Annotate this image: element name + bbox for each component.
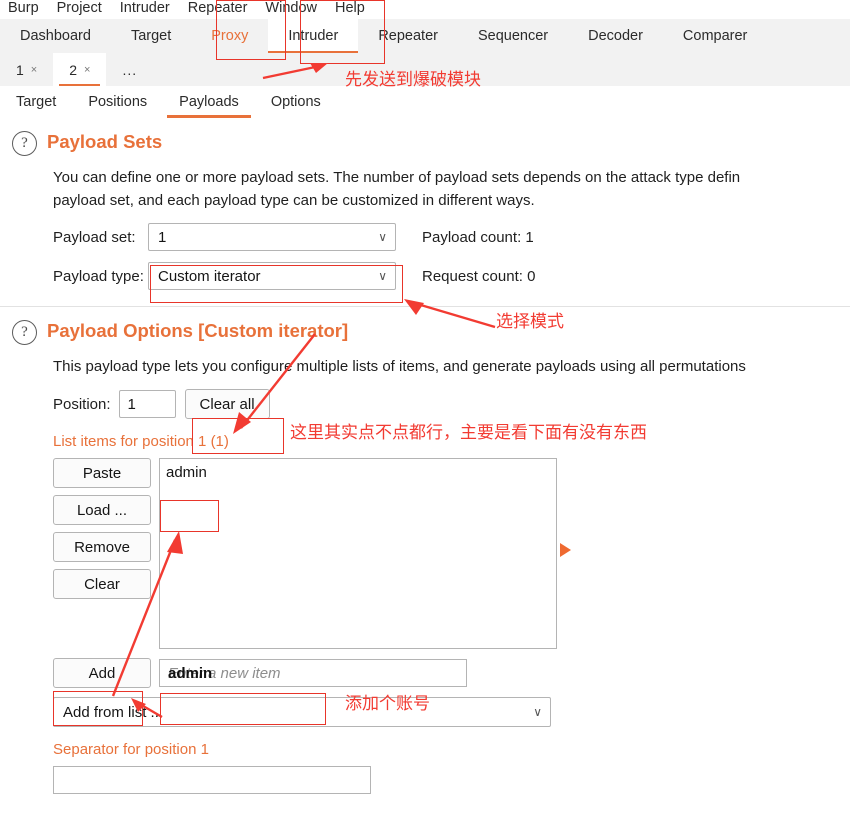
attack-tab-1[interactable]: 1 × — [0, 53, 53, 86]
tab-target[interactable]: Target — [111, 19, 191, 53]
remove-button[interactable]: Remove — [53, 532, 151, 562]
payload-options-title: Payload Options [Custom iterator] — [47, 320, 349, 341]
payload-set-value: 1 — [158, 228, 167, 246]
paste-button[interactable]: Paste — [53, 458, 151, 488]
add-from-list-label: Add from list ... — [63, 703, 164, 721]
tab-proxy[interactable]: Proxy — [191, 19, 268, 53]
clear-all-button[interactable]: Clear all — [184, 389, 270, 419]
add-button[interactable]: Add — [53, 658, 151, 688]
tab-dashboard[interactable]: Dashboard — [0, 19, 111, 53]
add-from-list-select[interactable]: Add from list ... ∨ — [53, 697, 551, 727]
position-label: Position: — [53, 395, 111, 413]
list-items-heading: List items for position 1 (1) — [53, 433, 229, 450]
payload-options-header: ? Payload Options [Custom iterator] — [0, 319, 850, 345]
subtab-target[interactable]: Target — [0, 86, 72, 118]
list-item[interactable]: admin — [163, 461, 556, 485]
list-items-area: Paste Load ... Remove Clear admin — [0, 458, 850, 649]
tab-sequencer[interactable]: Sequencer — [458, 19, 568, 53]
tab-intruder[interactable]: Intruder — [268, 19, 359, 54]
close-icon[interactable]: × — [84, 64, 90, 76]
request-count-label: Request count: 0 — [422, 267, 536, 285]
payload-set-row: Payload set: 1 ∨ Payload count: 1 — [0, 223, 850, 251]
payload-type-row: Payload type: Custom iterator ∨ Request … — [0, 262, 850, 290]
attack-tab-2-label: 2 — [69, 61, 78, 78]
menu-item-repeater[interactable]: Repeater — [179, 0, 257, 16]
add-item-input[interactable]: Enter a new item admin — [159, 659, 467, 687]
separator-heading: Separator for position 1 — [53, 741, 209, 758]
payload-set-label: Payload set: — [53, 228, 136, 246]
tab-repeater[interactable]: Repeater — [358, 19, 458, 53]
payload-sets-desc-line1: You can define one or more payload sets.… — [53, 169, 741, 186]
menu-bar: Burp Project Intruder Repeater Window He… — [0, 0, 850, 19]
attack-tab-overflow[interactable]: ... — [106, 53, 153, 86]
payload-list-box[interactable]: admin — [159, 458, 557, 649]
attack-tab-2[interactable]: 2 × — [53, 53, 107, 87]
list-side-buttons: Paste Load ... Remove Clear — [53, 458, 151, 649]
position-row: Position: 1 Clear all — [0, 389, 850, 419]
expand-right-triangle-icon[interactable] — [560, 543, 571, 557]
load-button[interactable]: Load ... — [53, 495, 151, 525]
payload-options-description: This payload type lets you configure mul… — [53, 358, 746, 375]
payload-sets-desc-line2: payload set, and each payload type can b… — [53, 192, 535, 209]
attack-tab-bar: 1 × 2 × ... — [0, 53, 850, 87]
payload-set-select[interactable]: 1 ∨ — [148, 223, 396, 251]
menu-item-intruder[interactable]: Intruder — [111, 0, 179, 16]
add-item-row: Add Enter a new item admin — [0, 658, 850, 688]
payload-sets-description: You can define one or more payload sets.… — [0, 166, 850, 212]
payload-type-select[interactable]: Custom iterator ∨ — [148, 262, 396, 290]
payload-sets-title: Payload Sets — [47, 131, 163, 152]
chevron-down-icon: ∨ — [533, 705, 542, 719]
payload-count-label: Payload count: 1 — [422, 228, 534, 246]
subtab-options[interactable]: Options — [255, 86, 337, 118]
payload-type-value: Custom iterator — [158, 267, 261, 285]
question-mark-icon[interactable]: ? — [12, 131, 37, 156]
subtab-positions[interactable]: Positions — [72, 86, 163, 118]
clear-button[interactable]: Clear — [53, 569, 151, 599]
menu-item-project[interactable]: Project — [48, 0, 111, 16]
subtab-payloads[interactable]: Payloads — [163, 86, 255, 118]
add-item-value: admin — [168, 664, 213, 682]
menu-item-window[interactable]: Window — [256, 0, 326, 16]
payload-type-label: Payload type: — [53, 267, 144, 285]
tab-decoder[interactable]: Decoder — [568, 19, 663, 53]
payloads-panel: ? Payload Sets You can define one or mor… — [0, 118, 850, 834]
tab-comparer[interactable]: Comparer — [663, 19, 767, 53]
position-input[interactable]: 1 — [118, 390, 176, 418]
menu-item-help[interactable]: Help — [326, 0, 374, 16]
separator-input[interactable] — [53, 766, 371, 794]
section-divider — [0, 306, 850, 307]
attack-tab-1-label: 1 — [16, 61, 24, 78]
intruder-sub-tab-bar: Target Positions Payloads Options — [0, 86, 850, 119]
chevron-down-icon: ∨ — [378, 230, 387, 244]
menu-item-burp[interactable]: Burp — [0, 0, 48, 16]
payload-sets-header: ? Payload Sets — [0, 130, 850, 156]
main-tab-bar: Dashboard Target Proxy Intruder Repeater… — [0, 19, 850, 54]
close-icon[interactable]: × — [31, 64, 37, 76]
chevron-down-icon: ∨ — [378, 269, 387, 283]
question-mark-icon[interactable]: ? — [12, 320, 37, 345]
